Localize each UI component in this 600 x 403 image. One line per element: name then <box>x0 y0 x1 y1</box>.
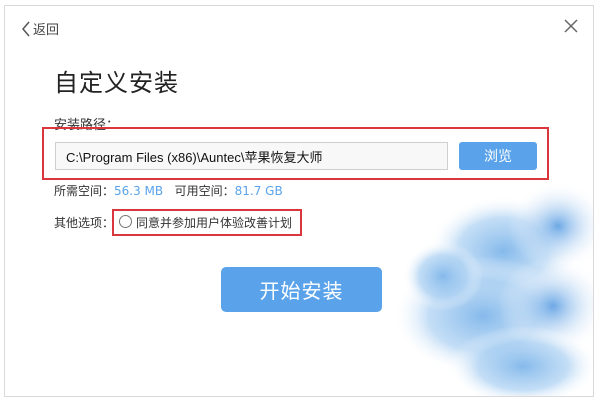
page-title: 自定义安装 <box>54 69 179 97</box>
other-options-label: 其他选项： <box>54 216 115 230</box>
experience-program-radio[interactable] <box>119 215 132 228</box>
available-space-value: 81.7 GB <box>234 184 283 198</box>
required-space-label: 所需空间： <box>54 184 115 198</box>
close-icon[interactable] <box>563 18 579 34</box>
experience-program-label[interactable]: 同意并参加用户体验改善计划 <box>136 214 292 231</box>
installer-window: 返回 自定义安装 安装路径： 浏览 所需空间：56.3 MB 可用空间：81.7… <box>4 5 594 397</box>
available-space-label: 可用空间： <box>174 184 235 198</box>
back-button[interactable]: 返回 <box>21 19 59 38</box>
disk-space-info: 所需空间：56.3 MB 可用空间：81.7 GB <box>54 182 283 199</box>
decorative-cloud-graphic <box>393 181 593 396</box>
start-install-button[interactable]: 开始安装 <box>221 267 382 312</box>
back-label: 返回 <box>33 23 60 38</box>
chevron-left-icon <box>22 21 30 36</box>
required-space-value: 56.3 MB <box>114 184 164 198</box>
